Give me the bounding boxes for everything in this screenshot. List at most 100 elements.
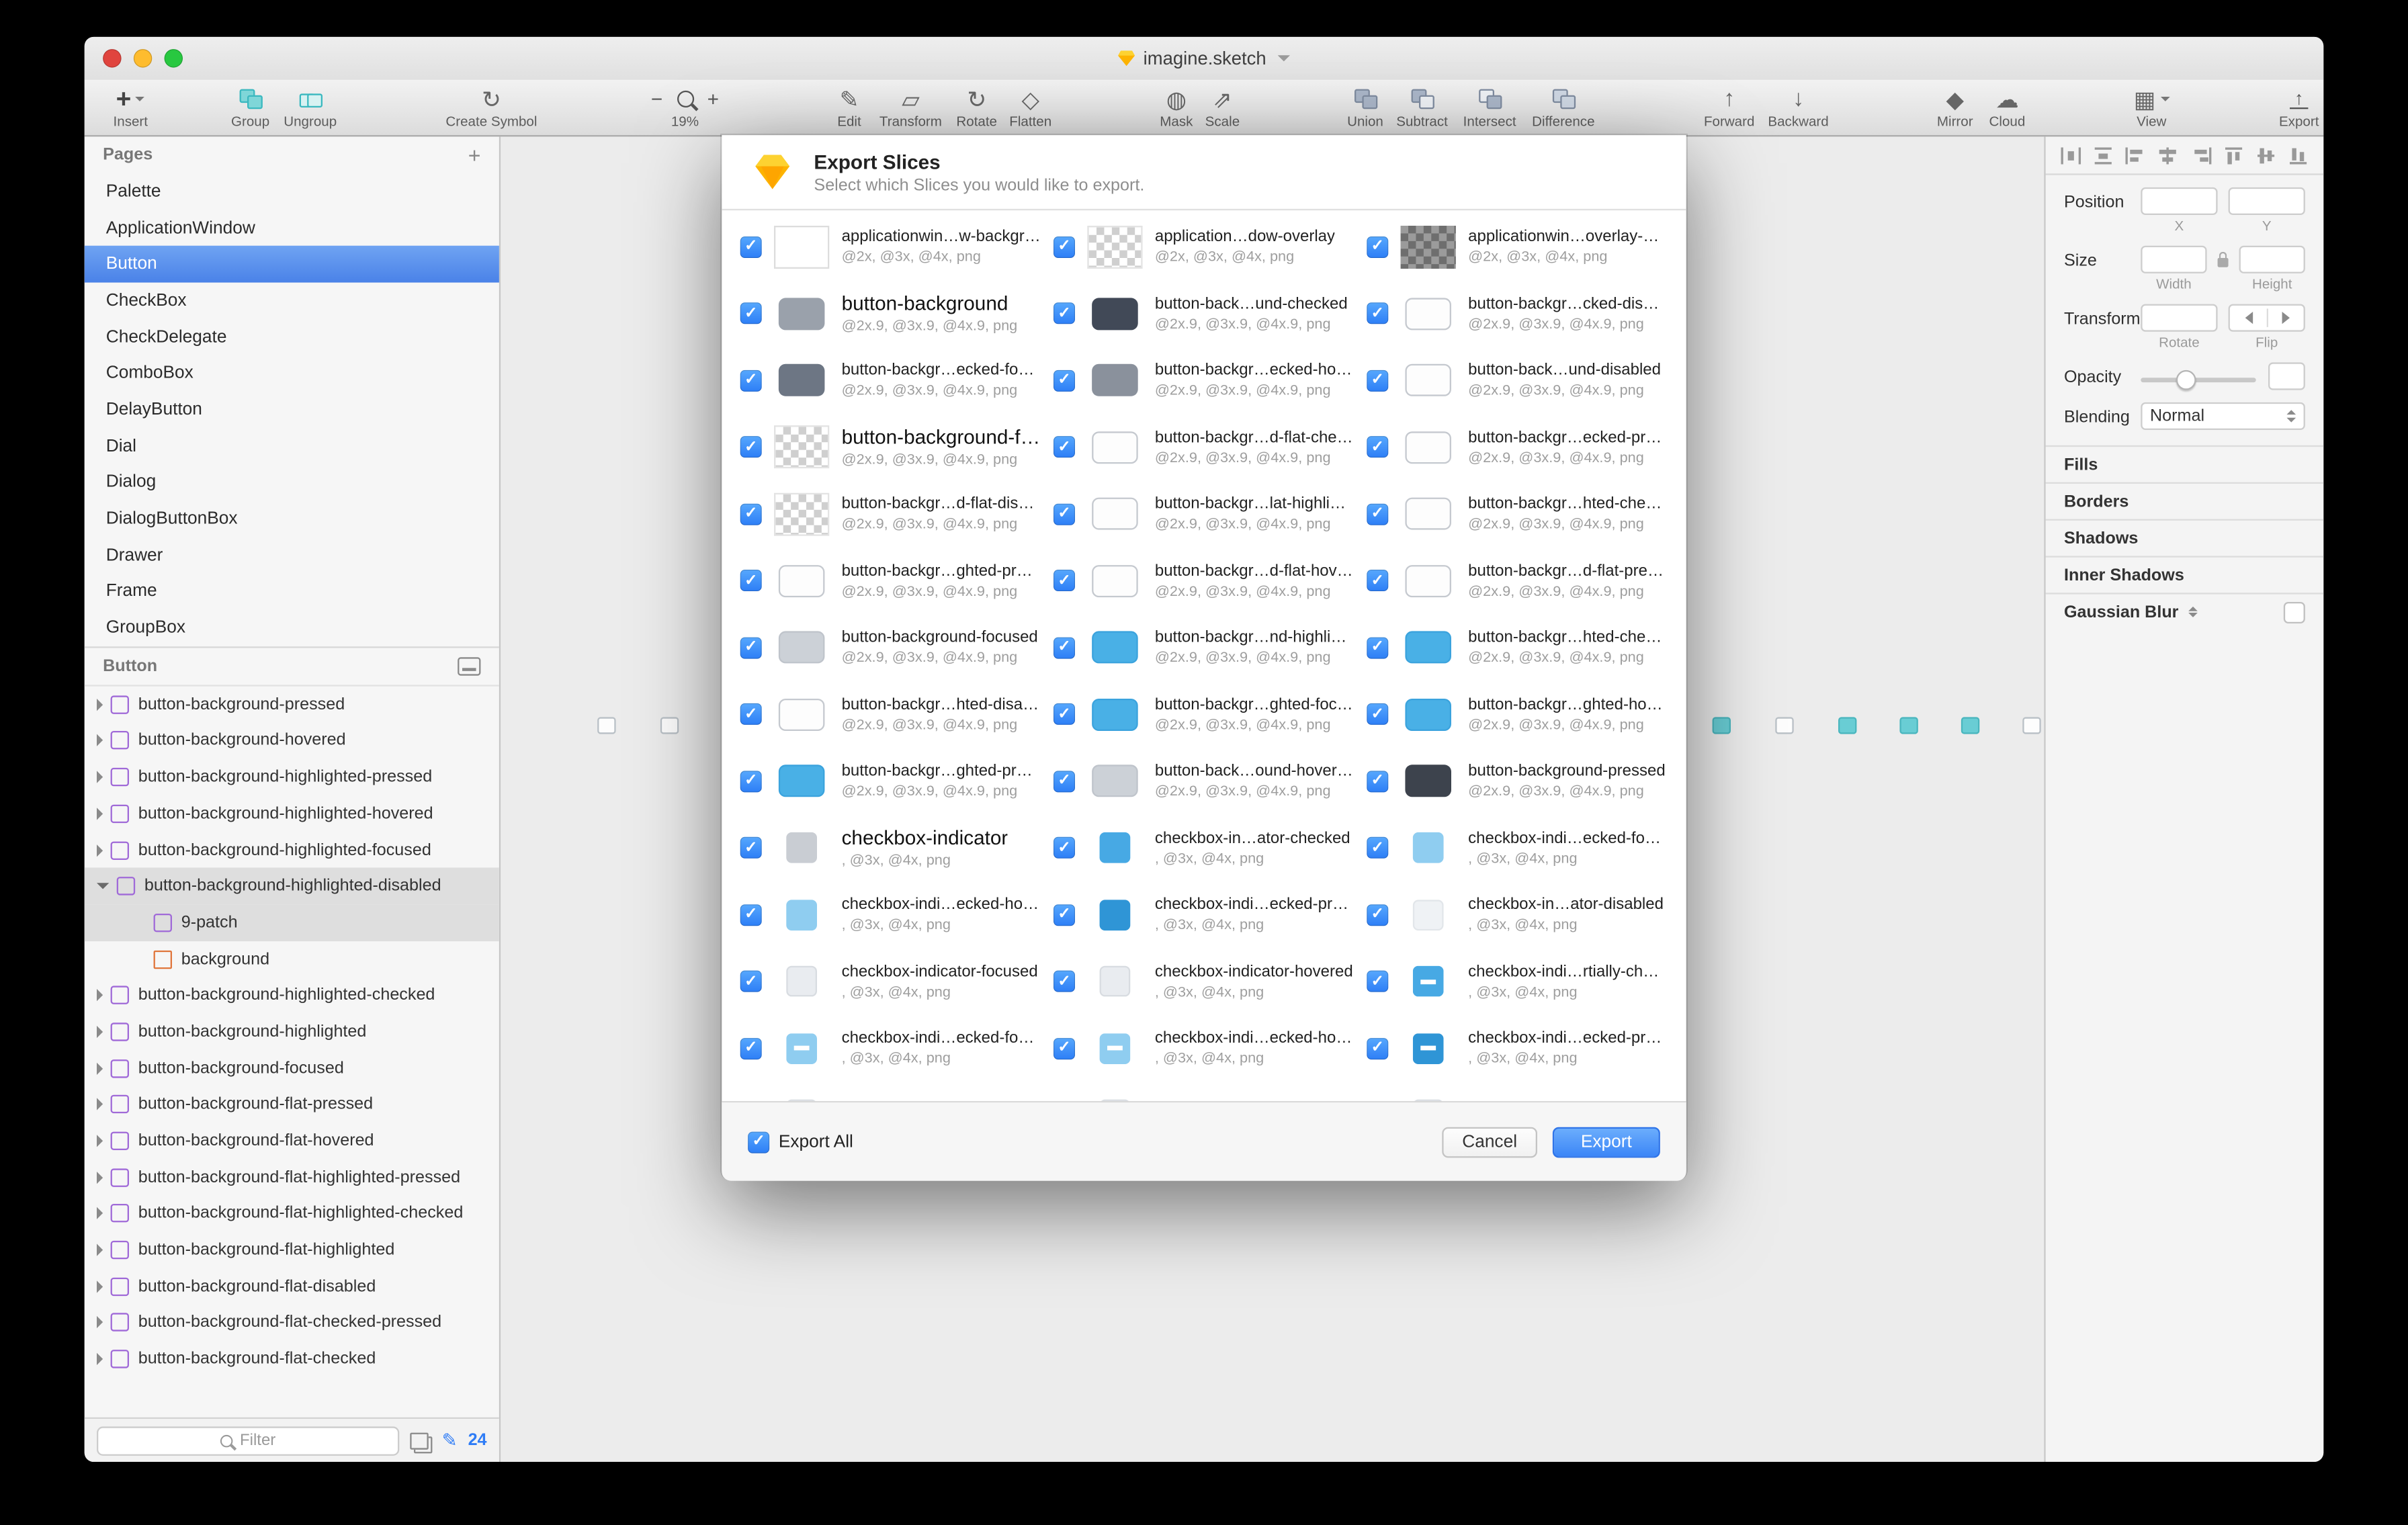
slice-checkbox[interactable]: ✓ [1367, 637, 1388, 658]
slice-checkbox[interactable]: ✓ [1367, 1038, 1388, 1059]
slice-checkbox[interactable]: ✓ [1367, 837, 1388, 859]
title-bar[interactable]: imagine.sketch [85, 37, 2324, 80]
disclosure-triangle-icon[interactable] [97, 1208, 103, 1220]
disclosure-triangle-icon[interactable] [97, 1317, 103, 1329]
align-center-horizontal-icon[interactable] [2158, 146, 2178, 163]
export-all-checkbox[interactable]: ✓ [748, 1131, 769, 1152]
disclosure-triangle-icon[interactable] [97, 1244, 103, 1256]
page-row[interactable]: Drawer [85, 537, 499, 574]
slice-checkbox[interactable]: ✓ [1054, 437, 1075, 458]
rotate-input[interactable] [2141, 304, 2217, 332]
layer-row[interactable]: 9-patch [85, 904, 499, 941]
add-page-button[interactable]: + [468, 143, 481, 168]
layer-row[interactable]: button-background-highlighted-pressed [85, 759, 499, 795]
canvas-artboard-marker[interactable] [1838, 717, 1856, 734]
toolbar-view[interactable]: ▦ View [2082, 85, 2221, 129]
slice-checkbox[interactable]: ✓ [740, 771, 762, 792]
layer-row[interactable]: button-background-flat-pressed [85, 1086, 499, 1123]
opacity-value-input[interactable] [2268, 362, 2305, 390]
zoom-in-button[interactable]: + [707, 87, 719, 110]
slice-checkbox[interactable]: ✓ [1367, 904, 1388, 926]
slice-checkbox[interactable]: ✓ [1054, 236, 1075, 257]
slice-checkbox[interactable]: ✓ [1054, 369, 1075, 391]
slice-checkbox[interactable]: ✓ [740, 837, 762, 859]
disclosure-triangle-icon[interactable] [97, 1062, 103, 1074]
align-bottom-icon[interactable] [2288, 146, 2309, 163]
layer-row[interactable]: button-background-flat-hovered [85, 1123, 499, 1159]
align-left-icon[interactable] [2126, 146, 2146, 163]
toolbar-backward[interactable]: ↓ Backward [1729, 85, 1868, 129]
page-row[interactable]: Palette [85, 173, 499, 210]
page-row[interactable]: ApplicationWindow [85, 210, 499, 246]
minimize-button[interactable] [134, 49, 152, 67]
flip-horizontal-icon[interactable] [2245, 312, 2252, 324]
page-row[interactable]: DialogButtonBox [85, 501, 499, 537]
cancel-button[interactable]: Cancel [1442, 1127, 1537, 1158]
page-row[interactable]: Dialog [85, 464, 499, 500]
pages-toggle-icon[interactable] [410, 1432, 428, 1448]
slice-checkbox[interactable]: ✓ [1054, 570, 1075, 592]
align-middle-icon[interactable] [2255, 146, 2276, 163]
toolbar-cloud[interactable]: ☁ Cloud [1938, 85, 2077, 129]
distribute-vertical-icon[interactable] [2094, 146, 2114, 163]
slice-checkbox[interactable]: ✓ [1367, 703, 1388, 725]
slice-checkbox[interactable]: ✓ [1367, 503, 1388, 525]
disclosure-triangle-icon[interactable] [97, 1353, 103, 1365]
slice-checkbox[interactable]: ✓ [1367, 570, 1388, 592]
artboard-panel-icon[interactable] [458, 657, 480, 675]
disclosure-triangle-icon[interactable] [97, 1098, 103, 1110]
disclosure-triangle-icon[interactable] [140, 916, 146, 928]
title-chevron-icon[interactable] [1277, 55, 1289, 61]
toolbar-difference[interactable]: Difference [1494, 85, 1633, 129]
disclosure-triangle-icon[interactable] [97, 699, 103, 711]
slice-checkbox[interactable]: ✓ [740, 904, 762, 926]
layer-row[interactable]: button-background-highlighted-disabled [85, 868, 499, 904]
distribute-horizontal-icon[interactable] [2061, 146, 2081, 163]
slice-checkbox[interactable]: ✓ [1367, 236, 1388, 257]
slice-checkbox[interactable]: ✓ [740, 1038, 762, 1059]
zoom-out-button[interactable]: − [651, 87, 662, 110]
layer-row[interactable]: button-background-flat-highlighted-press… [85, 1159, 499, 1195]
align-right-icon[interactable] [2191, 146, 2211, 163]
layer-row[interactable]: button-background-highlighted-hovered [85, 795, 499, 832]
page-row[interactable]: Frame [85, 574, 499, 610]
position-y-input[interactable] [2229, 187, 2305, 215]
layer-row[interactable]: button-background-focused [85, 1050, 499, 1086]
slice-checkbox[interactable]: ✓ [1054, 771, 1075, 792]
disclosure-triangle-icon[interactable] [97, 735, 103, 747]
blend-mode-dropdown[interactable]: Normal [2141, 402, 2305, 430]
filter-input[interactable]: Filter [97, 1426, 399, 1454]
slice-checkbox[interactable]: ✓ [740, 369, 762, 391]
page-row[interactable]: ComboBox [85, 355, 499, 392]
canvas-artboard-marker[interactable] [597, 717, 615, 734]
slice-checkbox[interactable]: ✓ [1367, 971, 1388, 992]
slice-checkbox[interactable]: ✓ [1054, 303, 1075, 324]
toolbar-scale[interactable]: ⇗ Scale [1154, 85, 1292, 129]
opacity-slider[interactable] [2141, 378, 2255, 382]
layer-row[interactable]: button-background-hovered [85, 723, 499, 759]
canvas-artboard-marker[interactable] [1713, 717, 1731, 734]
disclosure-triangle-icon[interactable] [97, 1280, 103, 1293]
canvas-artboard-marker[interactable] [660, 717, 679, 734]
layer-row[interactable]: button-background-pressed [85, 687, 499, 723]
page-row[interactable]: GroupBox [85, 610, 499, 646]
slice-checkbox[interactable]: ✓ [1367, 437, 1388, 458]
slice-checkbox[interactable]: ✓ [1054, 971, 1075, 992]
slice-checkbox[interactable]: ✓ [740, 971, 762, 992]
canvas-artboard-marker[interactable] [1899, 717, 1918, 734]
disclosure-triangle-icon[interactable] [97, 1026, 103, 1038]
layer-row[interactable]: button-background-flat-checked [85, 1341, 499, 1377]
layer-row[interactable]: button-background-highlighted [85, 1014, 499, 1050]
slice-checkbox[interactable]: ✓ [1054, 503, 1075, 525]
canvas-artboard-marker[interactable] [1961, 717, 1979, 734]
toolbar-ungroup[interactable]: Ungroup [241, 85, 380, 129]
page-row[interactable]: Dial [85, 428, 499, 464]
slice-checkbox[interactable]: ✓ [1054, 703, 1075, 725]
flip-vertical-icon[interactable] [2281, 312, 2288, 324]
toolbar-flatten[interactable]: ◇ Flatten [961, 85, 1100, 129]
disclosure-triangle-icon[interactable] [97, 990, 103, 1002]
lock-ratio-icon[interactable] [2218, 258, 2229, 267]
canvas-artboard-marker[interactable] [2022, 717, 2040, 734]
export-button[interactable]: Export [1553, 1127, 1660, 1158]
zoom-button[interactable] [165, 49, 183, 67]
